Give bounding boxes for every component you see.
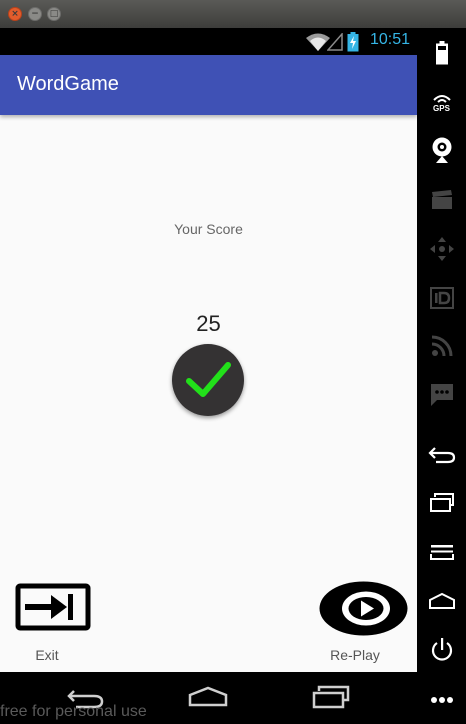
watermark: free for personal use [0, 703, 147, 720]
result-badge [172, 344, 244, 416]
side-back-icon[interactable] [417, 444, 466, 466]
home-icon[interactable] [187, 685, 229, 707]
power-icon[interactable] [417, 636, 466, 664]
more-icon[interactable] [417, 690, 466, 710]
window-close-button[interactable]: × [8, 7, 22, 21]
checkmark-icon [186, 362, 231, 397]
score-label: Your Score [174, 221, 243, 237]
gps-icon[interactable]: GPS [417, 90, 466, 114]
close-icon: × [11, 9, 19, 19]
side-menu-icon[interactable] [417, 541, 466, 563]
gps-label: GPS [433, 103, 450, 113]
clapper-icon[interactable] [417, 188, 466, 212]
maximize-icon: □ [49, 9, 59, 19]
battery-icon[interactable] [417, 40, 466, 66]
score-value: 25 [196, 311, 221, 336]
status-time: 10:51 [369, 31, 410, 48]
camera-icon[interactable] [417, 135, 466, 165]
device-screen: 10:51 WordGame Your Score 25 Exit Re-Pla… [0, 28, 417, 672]
replay-icon[interactable] [319, 581, 408, 636]
window-maximize-button[interactable]: □ [47, 7, 61, 21]
sms-icon[interactable] [417, 382, 466, 408]
id-icon[interactable] [417, 284, 466, 312]
dpad-icon[interactable] [417, 235, 466, 263]
side-recents-icon[interactable] [417, 492, 466, 514]
emulator-side-panel: GPS [417, 28, 466, 724]
replay-label[interactable]: Re-Play [322, 647, 388, 663]
side-home-icon[interactable] [417, 590, 466, 612]
window-minimize-button[interactable]: − [28, 7, 42, 21]
rss-icon[interactable] [417, 333, 466, 359]
status-bar: 10:51 [0, 28, 417, 55]
exit-icon[interactable] [15, 583, 91, 631]
app-bar: WordGame [0, 55, 417, 115]
exit-label[interactable]: Exit [22, 647, 72, 663]
recents-icon[interactable] [311, 685, 351, 709]
minimize-icon: − [31, 9, 39, 19]
app-title: WordGame [17, 73, 119, 95]
battery-charging-icon [347, 32, 359, 52]
window-titlebar: × − □ [0, 0, 466, 28]
signal-icon [327, 33, 343, 51]
